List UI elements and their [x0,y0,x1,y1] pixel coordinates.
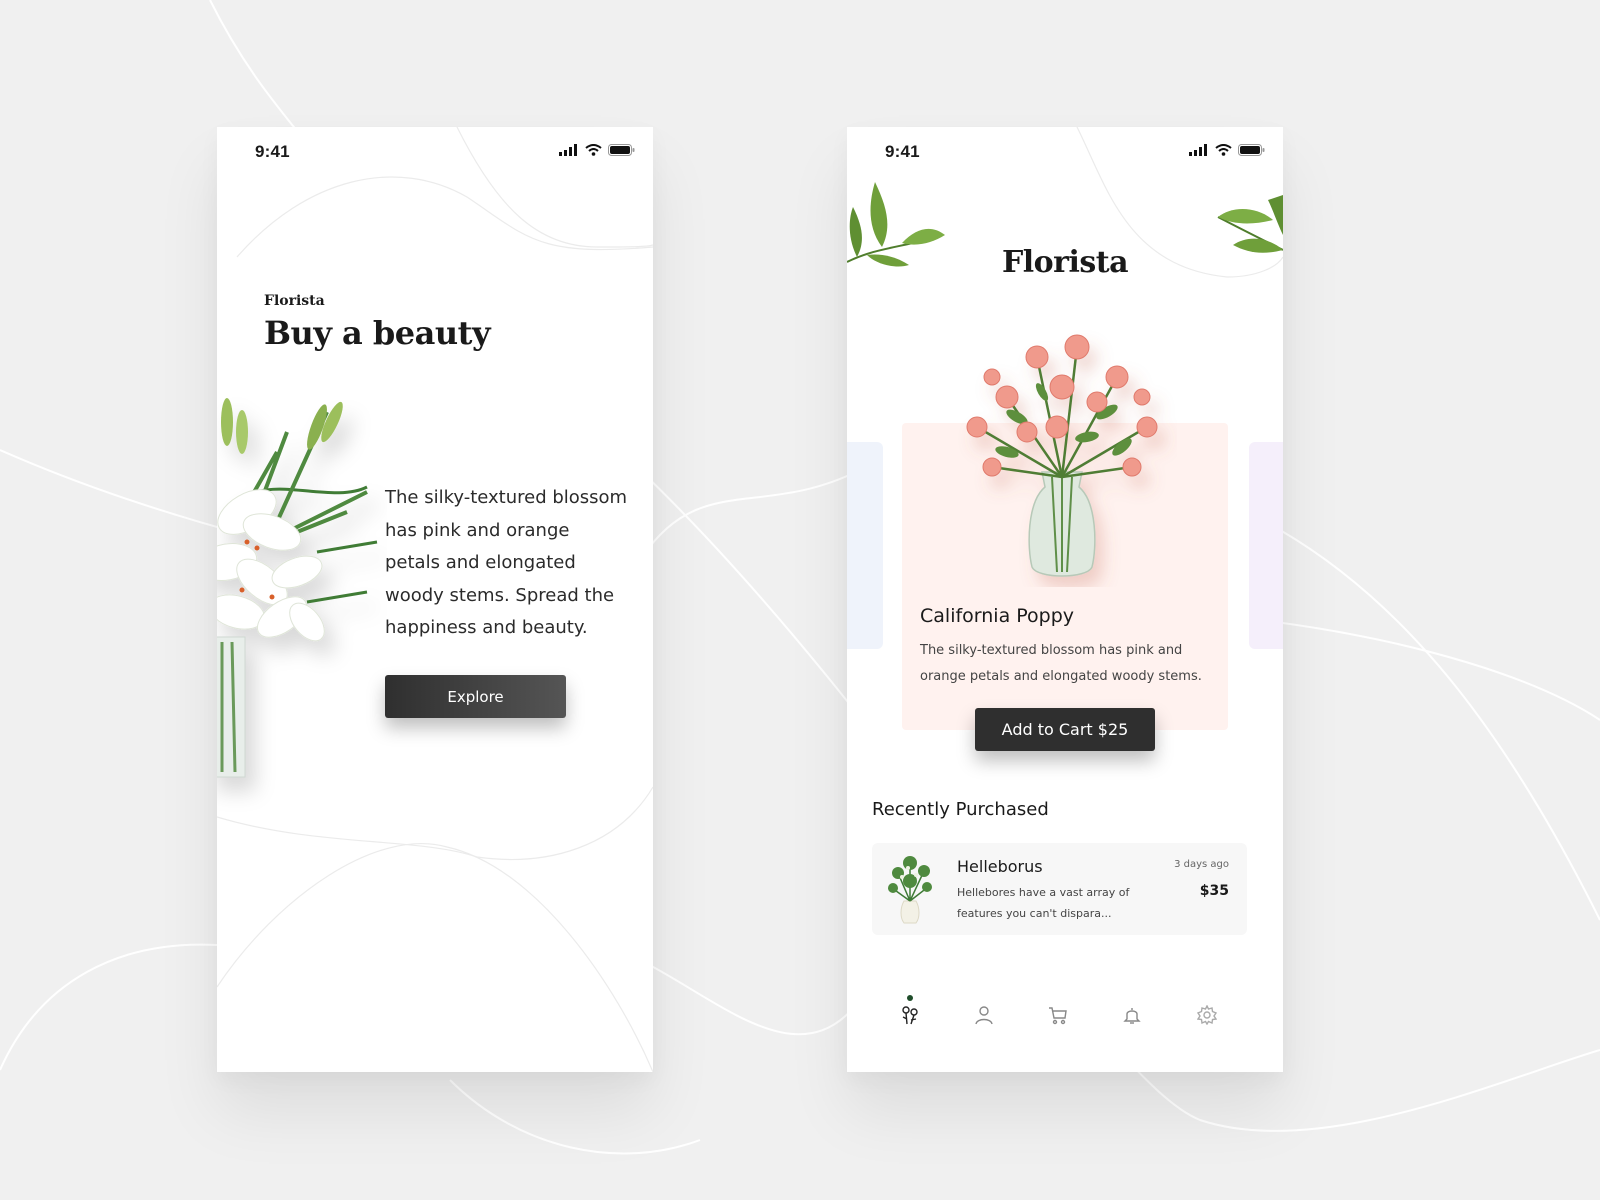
recent-purchase-item[interactable]: Helleborus Hellebores have a vast array … [872,843,1247,935]
status-time: 9:41 [885,142,920,161]
rose-bouquet-image [966,334,1158,577]
lily-bouquet-image [217,398,378,778]
app-title: Florista [1001,245,1129,280]
recently-purchased-title: Recently Purchased [872,799,1049,820]
headline: Buy a beauty [264,314,491,352]
wifi-icon [1215,144,1232,156]
purchase-item-description: Hellebores have a vast array of features… [957,886,1130,920]
tab-cart[interactable] [1044,1001,1072,1029]
purchase-item-name: Helleborus [957,857,1043,876]
status-bar: 9:41 [217,127,653,177]
carousel-card-previous[interactable] [847,442,883,649]
signal-icon [559,144,577,156]
tab-home[interactable] [896,1001,924,1029]
battery-icon [1238,144,1265,156]
cart-icon [1049,1007,1067,1025]
helleborus-thumbnail [888,856,932,924]
signal-icon [1189,144,1207,156]
purchase-item-time: 3 days ago [1174,859,1229,870]
onboarding-description: The silky-textured blossom has pink and … [385,487,628,638]
purchase-item-price: $35 [1199,883,1229,899]
flower-icon [902,1006,918,1025]
tab-settings[interactable] [1193,1001,1221,1029]
tab-notifications[interactable] [1118,1001,1146,1029]
product-name: California Poppy [920,605,1075,627]
user-icon [975,1006,993,1025]
home-screen: 9:41 Florista California Poppy The silky… [847,127,1283,1072]
tab-profile[interactable] [970,1001,998,1029]
product-description: The silky-textured blossom has pink and … [920,643,1202,684]
status-bar: 9:41 [847,127,1283,177]
add-to-cart-button[interactable]: Add to Cart $25 [975,708,1155,751]
explore-button[interactable]: Explore [385,675,566,718]
carousel-card-next[interactable] [1249,442,1283,649]
status-icons [1189,144,1265,156]
status-time: 9:41 [255,142,290,161]
bell-icon [1123,1008,1141,1024]
brand-label: Florista [264,293,325,309]
onboarding-screen: 9:41 Florista Buy a beauty The silky-tex… [217,127,653,1072]
wifi-icon [585,144,602,156]
status-icons [559,144,635,156]
battery-icon [608,144,635,156]
bottom-tab-bar [847,989,1283,1049]
gear-icon [1197,1005,1217,1025]
